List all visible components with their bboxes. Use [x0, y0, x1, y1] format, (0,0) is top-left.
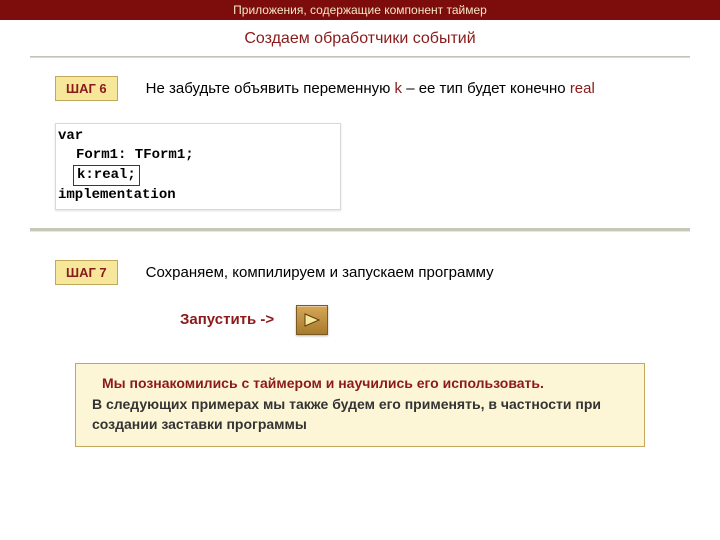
header-bar: Приложения, содержащие компонент таймер: [0, 0, 720, 20]
step-6-row: ШАГ 6 Не забудьте объявить переменную k …: [55, 76, 720, 101]
step6-type: real: [570, 80, 595, 97]
code-line-1: var: [58, 127, 338, 146]
summary-line-2: В следующих примерах мы также будем его …: [92, 395, 628, 434]
launch-row: Запустить ->: [180, 305, 720, 335]
summary-line-1: Мы познакомились с таймером и научились …: [92, 374, 628, 394]
step6-pre: Не забудьте объявить переменную: [146, 80, 395, 97]
code-block: var Form1: TForm1; k:real; implementatio…: [55, 123, 341, 210]
step-6-badge: ШАГ 6: [55, 76, 118, 101]
summary-box: Мы познакомились с таймером и научились …: [75, 363, 645, 448]
step6-mid: – ее тип будет конечно: [402, 80, 570, 97]
play-button[interactable]: [296, 305, 328, 335]
step-7-row: ШАГ 7 Сохраняем, компилируем и запускаем…: [55, 260, 720, 285]
code-line-2: Form1: TForm1;: [58, 146, 338, 165]
divider: [30, 56, 690, 58]
page-subtitle: Создаем обработчики событий: [0, 30, 720, 48]
code-line-4: implementation: [58, 186, 338, 205]
step6-var: k: [395, 80, 403, 97]
play-icon: [304, 313, 320, 327]
slide-page: Приложения, содержащие компонент таймер …: [0, 0, 720, 540]
divider: [30, 228, 690, 232]
step-7-text: Сохраняем, компилируем и запускаем прогр…: [146, 264, 494, 281]
step-6-text: Не забудьте объявить переменную k – ее т…: [146, 80, 595, 97]
header-title: Приложения, содержащие компонент таймер: [233, 3, 487, 17]
code-line-3-highlighted: k:real;: [73, 165, 140, 186]
step-7-badge: ШАГ 7: [55, 260, 118, 285]
launch-label: Запустить ->: [180, 311, 274, 328]
